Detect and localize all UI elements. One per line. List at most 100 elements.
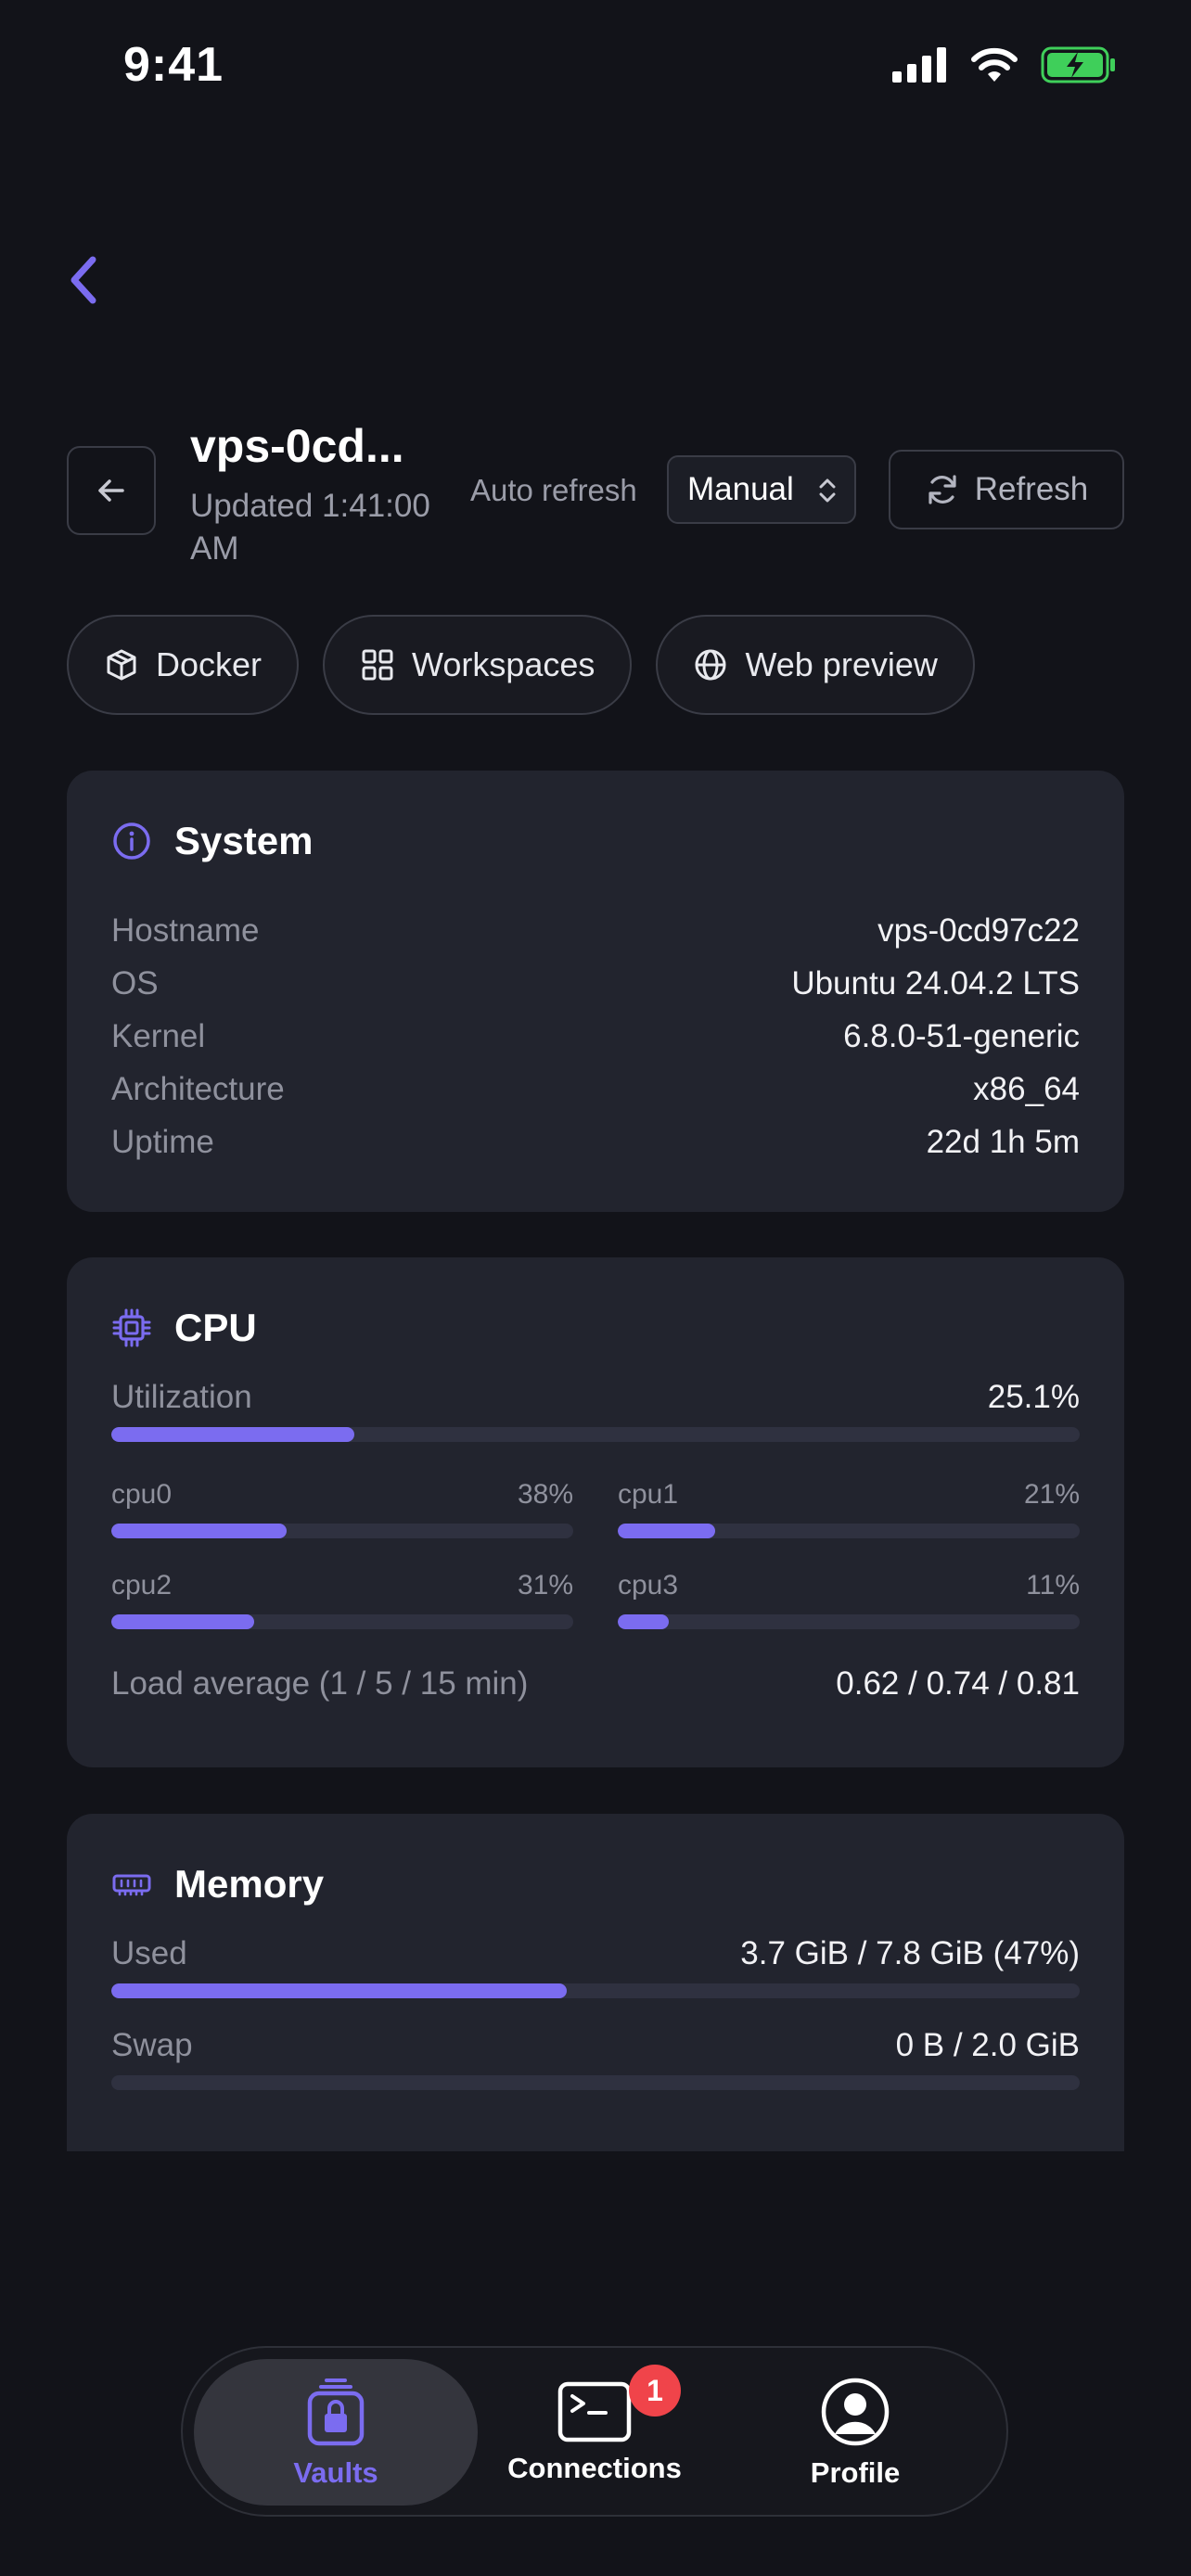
utilization-bar <box>111 1427 1080 1442</box>
tab-bar: Vaults Connections 1 Profile <box>181 2346 1008 2517</box>
core-value: 11% <box>1026 1570 1080 1600</box>
core-value: 21% <box>1023 1479 1080 1510</box>
cpu-core-item: cpu2 31% <box>111 1570 573 1629</box>
workspaces-chip-label: Workspaces <box>412 645 596 683</box>
utilization-bar-fill <box>111 1427 355 1442</box>
globe-icon <box>695 649 726 681</box>
cpu-core-item: cpu0 38% <box>111 1479 573 1538</box>
swap-label: Swap <box>111 2026 193 2063</box>
cpu-card: CPU Utilization 25.1% cpu0 38% cpu1 21% cp… <box>67 1257 1124 1767</box>
profile-icon <box>821 2378 890 2446</box>
os-row: OS Ubuntu 24.04.2 LTS <box>111 957 1080 1010</box>
row-value: vps-0cd97c22 <box>877 912 1080 949</box>
kernel-row: Kernel 6.8.0-51-generic <box>111 1010 1080 1063</box>
load-average-row: Load average (1 / 5 / 15 min) 0.62 / 0.7… <box>111 1657 1080 1710</box>
tab-vaults-label: Vaults <box>293 2456 378 2489</box>
tab-vaults[interactable]: Vaults <box>194 2348 478 2519</box>
memory-used-bar-fill <box>111 1983 567 1998</box>
docker-chip[interactable]: Docker <box>67 615 300 715</box>
core-name: cpu1 <box>618 1479 679 1510</box>
status-time: 9:41 <box>123 38 224 92</box>
row-value: 22d 1h 5m <box>926 1123 1080 1160</box>
web-preview-chip[interactable]: Web preview <box>656 615 975 715</box>
core-bar-fill <box>111 1614 255 1629</box>
memory-used-row: Used 3.7 GiB / 7.8 GiB (47%) <box>111 1927 1080 1980</box>
cube-icon <box>107 649 136 681</box>
core-bar-fill <box>618 1524 715 1538</box>
architecture-row: Architecture x86_64 <box>111 1063 1080 1116</box>
page-title: vps-0cd... <box>190 420 404 472</box>
utilization-label: Utilization <box>111 1378 252 1415</box>
system-title: System <box>174 819 314 862</box>
memory-icon <box>112 1874 151 1896</box>
last-updated-text: Updated 1:41:00 AM <box>190 488 430 567</box>
terminal-icon <box>557 2381 632 2442</box>
cpu-core-item: cpu3 11% <box>618 1570 1080 1629</box>
memory-card: Memory Used 3.7 GiB / 7.8 GiB (47%) Swap… <box>67 1814 1124 2151</box>
load-average-value: 0.62 / 0.74 / 0.81 <box>836 1664 1080 1702</box>
cellular-signal-icon <box>892 47 946 83</box>
back-button[interactable] <box>67 446 156 535</box>
core-value: 31% <box>517 1570 573 1600</box>
memory-used-label: Used <box>111 1934 187 1971</box>
refresh-icon <box>928 475 956 504</box>
row-value: Ubuntu 24.04.2 LTS <box>791 964 1080 1001</box>
tab-profile-label: Profile <box>810 2456 901 2489</box>
row-value: x86_64 <box>973 1070 1080 1107</box>
select-chevron-icon <box>819 478 836 503</box>
row-value: 6.8.0-51-generic <box>843 1017 1080 1054</box>
utilization-row: Utilization 25.1% <box>111 1371 1080 1423</box>
hostname-row: Hostname vps-0cd97c22 <box>111 904 1080 957</box>
auto-refresh-label: Auto refresh <box>470 473 637 507</box>
refresh-label: Refresh <box>974 471 1089 507</box>
auto-refresh-value: Manual <box>687 471 794 507</box>
screen: 9:41 vps-0cd... Updated 1:41:00 AM Auto <box>0 0 1191 2576</box>
core-name: cpu0 <box>111 1479 173 1510</box>
wifi-icon <box>971 47 1018 82</box>
core-bar <box>111 1524 573 1538</box>
web-preview-chip-label: Web preview <box>745 645 938 683</box>
core-bar <box>618 1614 1080 1629</box>
swap-bar <box>111 2075 1080 2090</box>
cpu-title: CPU <box>174 1306 257 1349</box>
tab-connections[interactable]: Connections <box>478 2348 711 2519</box>
utilization-value: 25.1% <box>987 1378 1080 1415</box>
nav-back-button[interactable] <box>61 250 108 310</box>
cpu-chip-icon <box>112 1308 151 1347</box>
load-average-label: Load average (1 / 5 / 15 min) <box>111 1664 529 1702</box>
grid-icon <box>362 649 393 681</box>
cpu-cores-grid: cpu0 38% cpu1 21% cpu2 31% cpu3 11% <box>111 1479 1080 1629</box>
vault-lock-icon <box>307 2378 365 2446</box>
workspaces-chip[interactable]: Workspaces <box>323 615 633 715</box>
core-name: cpu2 <box>111 1570 173 1600</box>
refresh-button[interactable]: Refresh <box>889 450 1124 529</box>
row-key: Architecture <box>111 1070 285 1107</box>
memory-card-title: Memory <box>111 1862 1080 1906</box>
swap-row: Swap 0 B / 2.0 GiB <box>111 2019 1080 2072</box>
uptime-row: Uptime 22d 1h 5m <box>111 1116 1080 1168</box>
row-key: Uptime <box>111 1123 214 1160</box>
memory-title: Memory <box>174 1862 325 1906</box>
connections-badge: 1 <box>629 2365 681 2417</box>
docker-chip-label: Docker <box>156 645 263 683</box>
core-bar <box>111 1614 573 1629</box>
battery-charging-icon <box>1041 46 1115 83</box>
tab-connections-label: Connections <box>507 2452 682 2484</box>
memory-used-value: 3.7 GiB / 7.8 GiB (47%) <box>740 1934 1080 1971</box>
auto-refresh-select[interactable]: Manual <box>667 455 856 524</box>
cpu-card-title: CPU <box>111 1306 1080 1350</box>
cpu-core-item: cpu1 21% <box>618 1479 1080 1538</box>
core-name: cpu3 <box>618 1570 679 1600</box>
info-icon <box>113 823 150 860</box>
swap-value: 0 B / 2.0 GiB <box>895 2026 1080 2063</box>
core-bar <box>618 1524 1080 1538</box>
memory-used-bar <box>111 1983 1080 1998</box>
system-card-title: System <box>111 819 1080 863</box>
core-bar-fill <box>618 1614 669 1629</box>
tab-profile[interactable]: Profile <box>739 2348 971 2519</box>
row-key: Hostname <box>111 912 260 949</box>
row-key: Kernel <box>111 1017 206 1054</box>
core-value: 38% <box>517 1479 573 1510</box>
quick-actions: Docker Workspaces Web preview <box>67 615 975 715</box>
status-icons <box>892 46 1117 83</box>
